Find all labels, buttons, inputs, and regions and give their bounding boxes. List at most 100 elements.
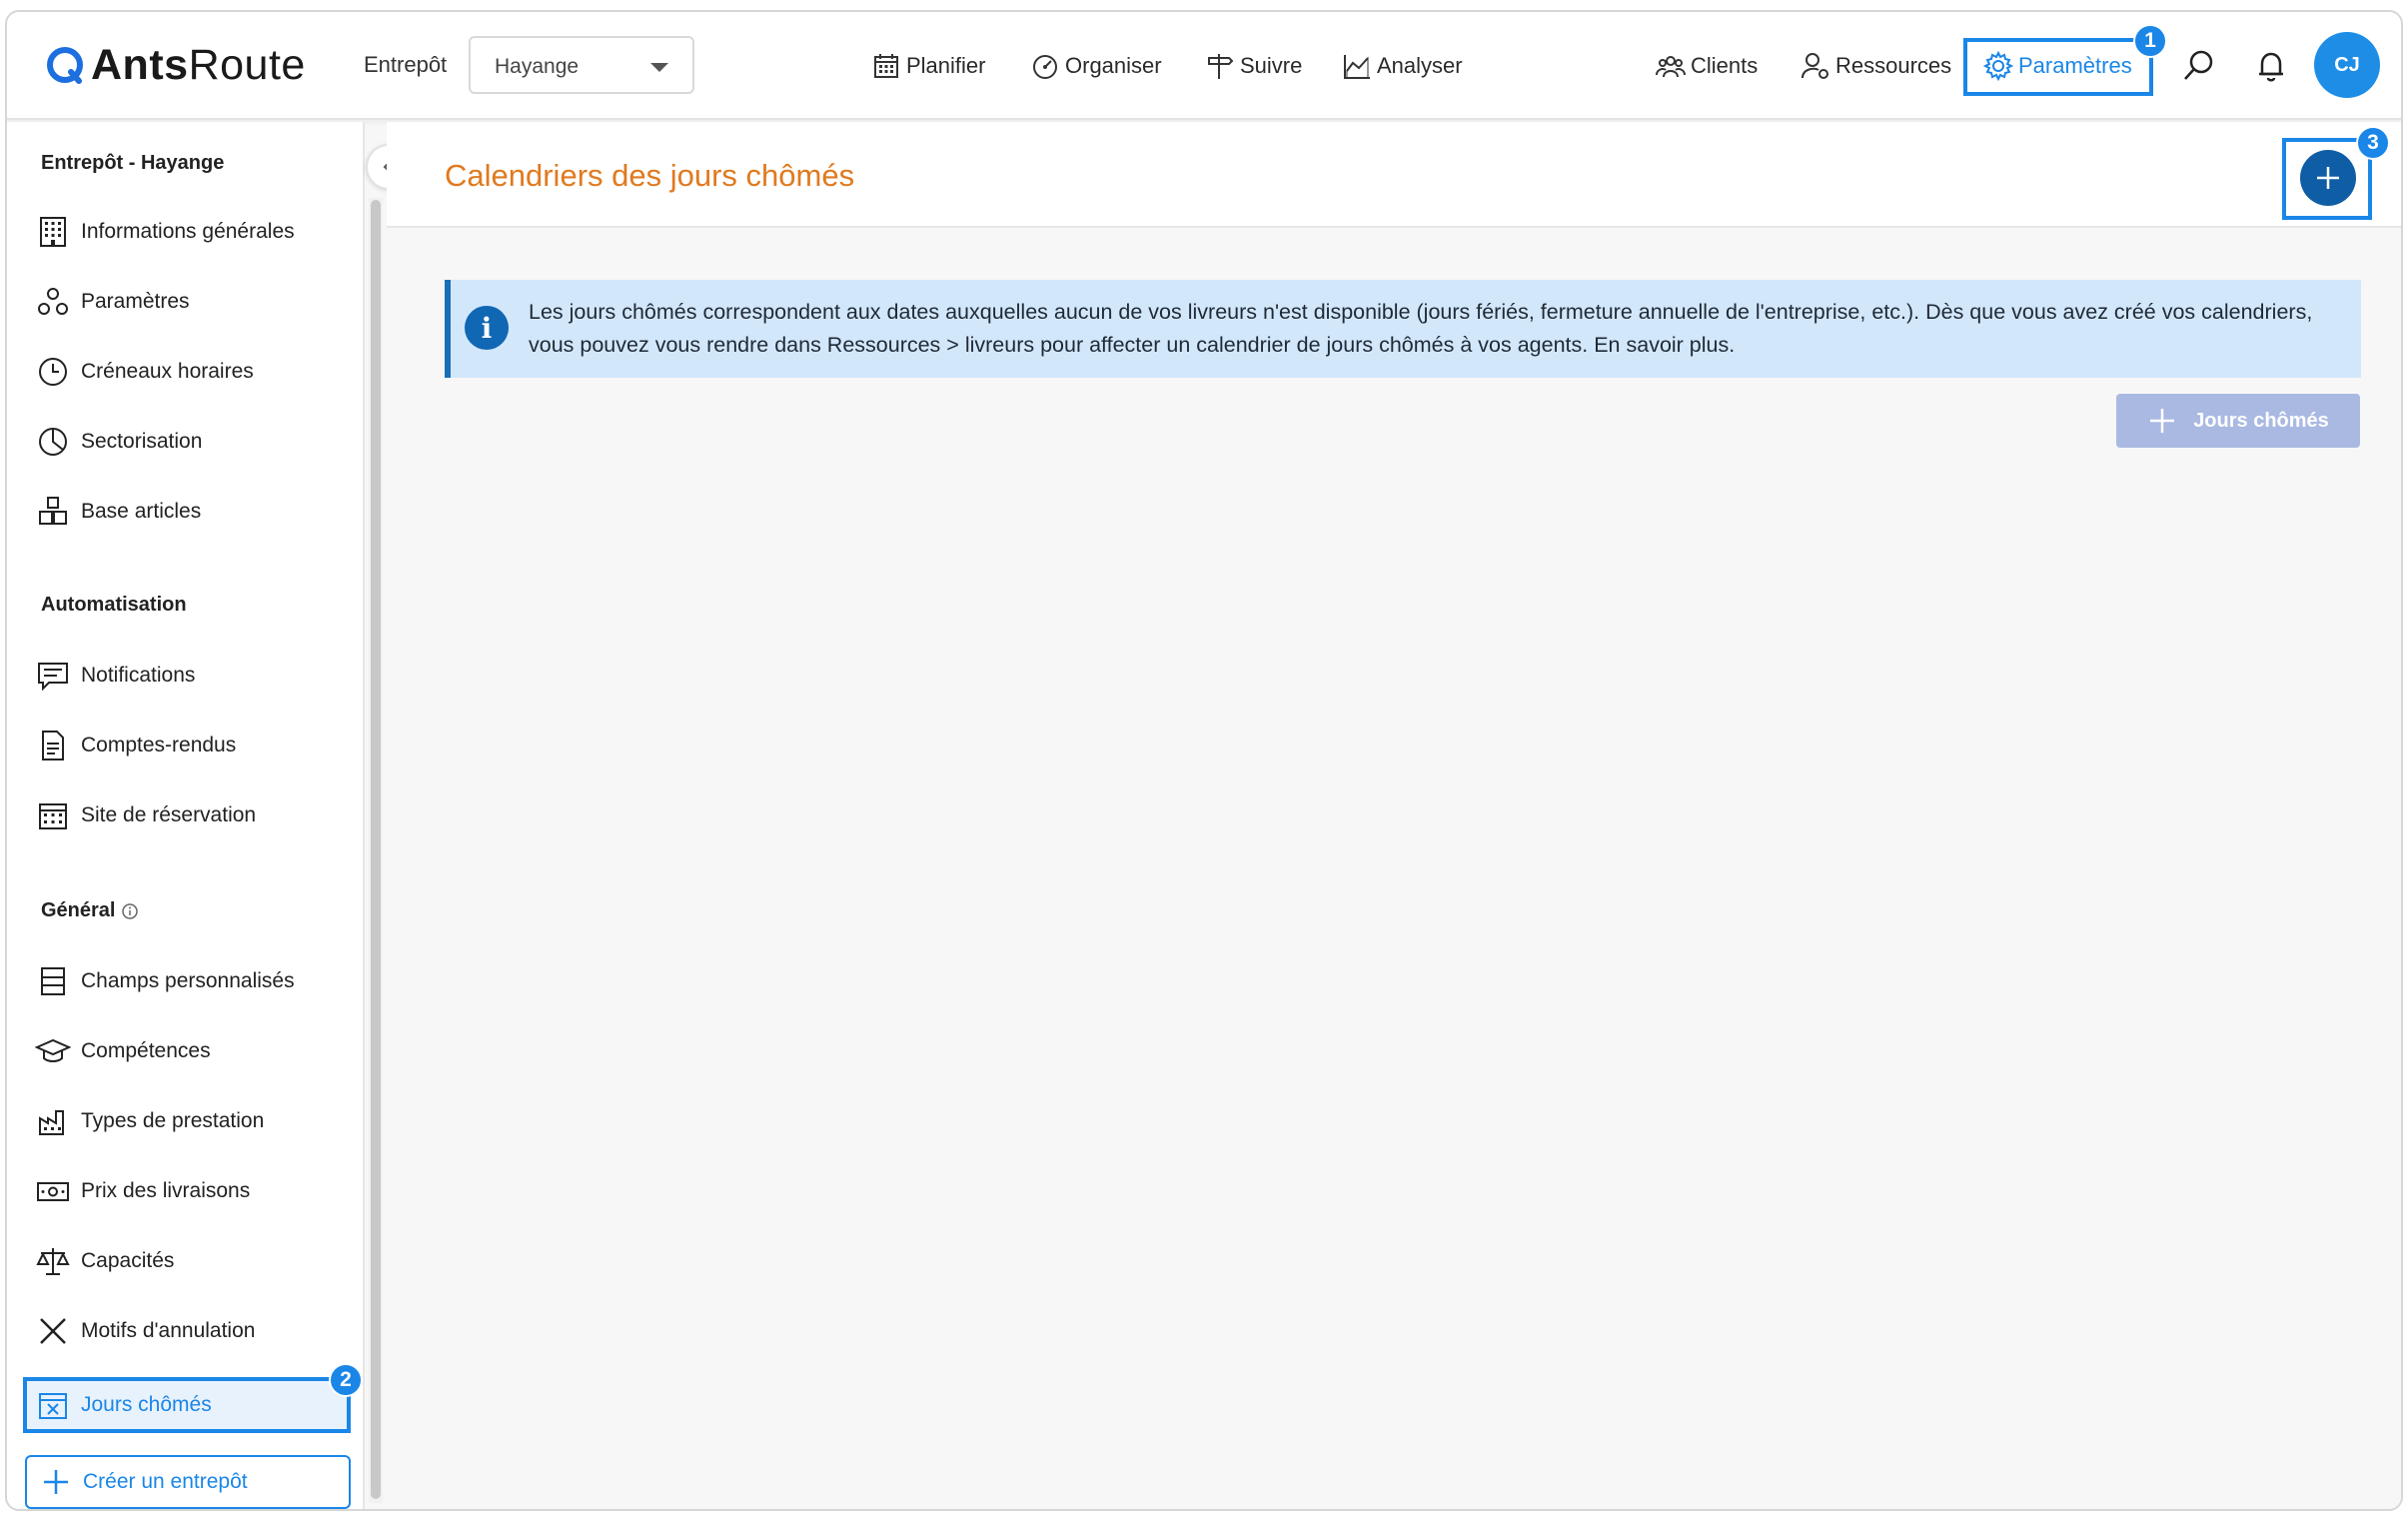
- sidebar-item-capacities[interactable]: Capacités: [35, 1239, 174, 1283]
- nav-track[interactable]: Suivre: [1205, 42, 1302, 90]
- nav-resources[interactable]: Ressources: [1801, 42, 1951, 90]
- sidebar-item-label: Jours chômés: [81, 1393, 212, 1416]
- add-holidays-label: Jours chômés: [2193, 409, 2329, 432]
- signpost-icon: [1208, 54, 1234, 79]
- sidebar-item-sectorization[interactable]: Sectorisation: [35, 420, 202, 464]
- scale-icon: [36, 1248, 70, 1275]
- search-icon: [2184, 50, 2213, 80]
- nav-organize-label: Organiser: [1065, 53, 1162, 78]
- sidebar-item-custom-fields[interactable]: Champs personnalisés: [35, 959, 295, 1003]
- sidebar-item-notifications[interactable]: Notifications: [35, 654, 195, 698]
- nav-resources-label: Ressources: [1835, 53, 1952, 78]
- table-rows-icon: [41, 967, 65, 995]
- main-content: Calendriers des jours chômés 3 i Les jou…: [387, 122, 2401, 1509]
- sidebar-item-cancel-reasons[interactable]: Motifs d'annulation: [35, 1309, 255, 1353]
- add-calendar-button[interactable]: [2300, 150, 2356, 206]
- calendar-x-icon: [39, 1393, 67, 1419]
- sidebar-item-delivery-prices[interactable]: Prix des livraisons: [35, 1169, 250, 1213]
- gears-icon: [38, 288, 68, 315]
- logo-text: AntsRoute: [91, 40, 306, 89]
- sidebar-item-label: Paramètres: [81, 290, 190, 313]
- sidebar-item-label: Base articles: [81, 500, 202, 523]
- sidebar-item-label: Sectorisation: [81, 430, 203, 453]
- sidebar-scrollbar-thumb[interactable]: [371, 200, 381, 1499]
- info-banner: i Les jours chômés correspondent aux dat…: [445, 280, 2361, 378]
- sidebar-item-general-info[interactable]: Informations générales: [35, 210, 295, 254]
- step-badge-2: 2: [329, 1363, 363, 1397]
- sidebar-item-reports[interactable]: Comptes-rendus: [35, 724, 236, 767]
- sidebar-item-params[interactable]: Paramètres: [35, 280, 190, 324]
- page-title: Calendriers des jours chômés: [445, 158, 855, 193]
- sidebar-item-label: Créneaux horaires: [81, 360, 254, 383]
- sidebar-item-holidays[interactable]: Jours chômés: [35, 1383, 212, 1427]
- info-banner-text: Les jours chômés correspondent aux dates…: [529, 300, 2313, 357]
- add-holidays-button[interactable]: Jours chômés: [2116, 394, 2360, 448]
- user-settings-icon: [1802, 53, 1828, 79]
- sidebar-item-booking[interactable]: Site de réservation: [35, 793, 256, 837]
- sidebar-item-label: Motifs d'annulation: [81, 1319, 256, 1342]
- clock-icon: [39, 358, 67, 386]
- gear-icon: [1983, 51, 2013, 81]
- sidebar-item-label: Informations générales: [81, 220, 295, 243]
- sidebar-item-label: Site de réservation: [81, 803, 257, 826]
- sidebar-item-label: Prix des livraisons: [81, 1179, 251, 1202]
- calendar-icon: [874, 54, 898, 78]
- message-icon: [38, 663, 68, 692]
- section-general-label: Général: [41, 899, 116, 921]
- nav-clients[interactable]: Clients: [1656, 42, 1758, 90]
- nav-settings-label: Paramètres: [2018, 53, 2132, 78]
- pie-icon: [39, 428, 67, 456]
- notifications-button[interactable]: [2251, 46, 2291, 86]
- nav-plan-label: Planifier: [906, 53, 986, 78]
- graduation-cap-icon: [35, 1038, 71, 1062]
- depot-label: Entrepôt: [364, 52, 448, 77]
- boxes-icon: [39, 497, 67, 525]
- user-avatar[interactable]: CJ: [2314, 32, 2380, 98]
- nav-settings[interactable]: Paramètres: [1983, 42, 2132, 90]
- nav-organize[interactable]: Organiser: [1030, 42, 1162, 90]
- create-depot-label: Créer un entrepôt: [83, 1470, 248, 1493]
- info-icon: i: [465, 306, 509, 350]
- section-automation-title: Automatisation: [41, 594, 187, 616]
- chart-icon: [1344, 55, 1370, 79]
- users-group-icon: [1656, 56, 1686, 78]
- sidebar-item-label: Compétences: [81, 1039, 211, 1062]
- app-window: AntsRoute Entrepôt Hayange Planifier Org…: [5, 10, 2403, 1511]
- sidebar-item-service-types[interactable]: Types de prestation: [35, 1099, 264, 1143]
- nav-clients-label: Clients: [1691, 53, 1759, 78]
- sidebar-item-label: Comptes-rendus: [81, 734, 237, 757]
- close-icon: [40, 1318, 66, 1344]
- sidebar-item-label: Notifications: [81, 664, 196, 687]
- factory-icon: [39, 1110, 64, 1135]
- search-button[interactable]: [2179, 46, 2219, 86]
- sidebar-item-skills[interactable]: Compétences: [35, 1029, 211, 1073]
- plus-icon: [44, 1470, 68, 1494]
- nav-analyze-label: Analyser: [1377, 53, 1463, 78]
- sidebar-item-label: Types de prestation: [81, 1109, 265, 1132]
- depot-select[interactable]: Hayange: [469, 36, 694, 94]
- logo-icon: [47, 47, 83, 84]
- create-depot-button[interactable]: Créer un entrepôt: [25, 1455, 351, 1509]
- settings-sidebar: Entrepôt - Hayange Informations générale…: [7, 122, 365, 1509]
- antsroute-logo[interactable]: AntsRoute: [45, 40, 306, 90]
- caret-down-icon: [650, 63, 668, 72]
- nav-plan[interactable]: Planifier: [871, 42, 985, 90]
- plus-icon: [2317, 167, 2339, 189]
- page-header: Calendriers des jours chômés 3: [387, 122, 2401, 228]
- section-general-title: Général: [41, 899, 139, 922]
- sidebar-item-time-slots[interactable]: Créneaux horaires: [35, 350, 254, 394]
- nav-track-label: Suivre: [1240, 53, 1303, 78]
- banknote-icon: [37, 1182, 69, 1201]
- info-icon[interactable]: [121, 902, 139, 920]
- plus-icon: [2150, 409, 2175, 433]
- step-badge-3: 3: [2356, 126, 2390, 160]
- sidebar-item-label: Capacités: [81, 1249, 175, 1272]
- bell-icon: [2259, 52, 2283, 82]
- document-icon: [42, 731, 64, 760]
- calendar-icon: [39, 803, 67, 829]
- nav-analyze[interactable]: Analyser: [1342, 42, 1463, 90]
- sidebar-item-label: Champs personnalisés: [81, 969, 295, 992]
- building-icon: [40, 217, 66, 247]
- depot-select-value: Hayange: [495, 55, 580, 78]
- sidebar-item-articles[interactable]: Base articles: [35, 490, 201, 534]
